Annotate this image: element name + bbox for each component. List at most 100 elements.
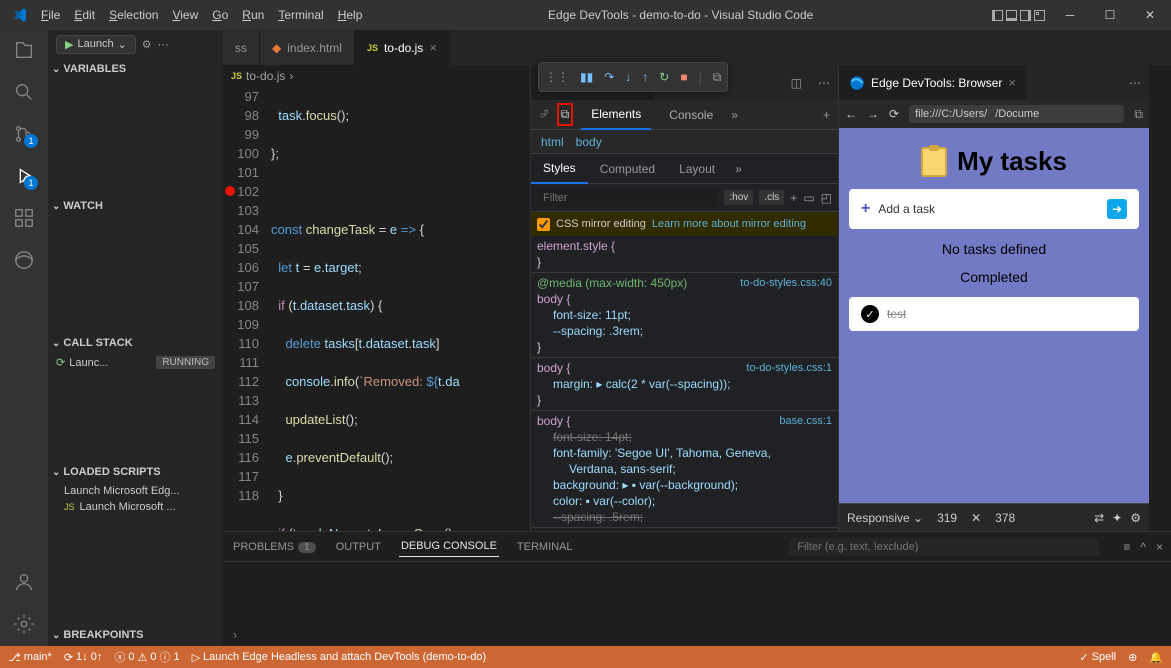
add-task-input[interactable]: + Add a task ➜	[849, 189, 1139, 229]
tab-todo[interactable]: JSto-do.js×	[355, 30, 450, 65]
code-lines[interactable]: task.focus(); }; const changeTask = e =>…	[271, 87, 530, 531]
mirror-link[interactable]: Learn more about mirror editing	[652, 218, 806, 230]
computed-tab[interactable]: Computed	[588, 154, 667, 184]
tab-ss[interactable]: ss	[223, 30, 260, 65]
menu-view[interactable]: View	[165, 4, 205, 26]
forward-icon[interactable]: →	[867, 107, 879, 121]
debug-floating-toolbar[interactable]: ⋮⋮ ▮▮ ↷ ↓ ↑ ↻ ■ | ⧉	[538, 62, 728, 92]
debug-console-tab[interactable]: DEBUG CONSOLE	[399, 536, 499, 557]
more-icon[interactable]: ⋯	[1121, 76, 1149, 90]
more-tabs-icon[interactable]: »	[731, 108, 738, 122]
problems-tab[interactable]: PROBLEMS1	[231, 537, 318, 557]
close-button[interactable]: ✕	[1135, 3, 1165, 28]
reload-icon[interactable]: ⟳	[889, 107, 899, 121]
terminal-tab[interactable]: TERMINAL	[515, 537, 575, 557]
spell-indicator[interactable]: ✓ Spell	[1079, 651, 1116, 664]
screencast-icon[interactable]: ⧉	[1134, 107, 1143, 122]
width-input[interactable]: 319	[931, 511, 963, 525]
loaded-scripts-section[interactable]: ⌄LOADED SCRIPTS	[48, 461, 223, 483]
back-icon[interactable]: ←	[845, 107, 857, 121]
panel-filter[interactable]	[789, 538, 1099, 556]
launch-dropdown[interactable]: ▶Launch⌄	[56, 35, 136, 54]
maximize-button[interactable]: ☐	[1095, 3, 1125, 28]
url-bar[interactable]: file:///C:/Users//Docume	[909, 105, 1124, 123]
step-into-icon[interactable]: ↓	[625, 70, 631, 84]
account-icon[interactable]	[12, 570, 36, 594]
explorer-icon[interactable]	[12, 38, 36, 62]
extensions-icon[interactable]	[12, 206, 36, 230]
rotate-icon[interactable]: ⇄	[1094, 511, 1104, 525]
debug-config-gear-icon[interactable]: ⚙	[142, 38, 152, 51]
flex-icon[interactable]: ▭	[803, 191, 814, 205]
check-icon[interactable]: ✓	[861, 305, 879, 323]
styles-filter[interactable]	[537, 189, 718, 207]
stop-icon[interactable]: ■	[680, 70, 687, 84]
console-tab[interactable]: Console	[659, 100, 723, 130]
sync-indicator[interactable]: ⟳ 1↓ 0↑	[64, 651, 103, 664]
filter-icon[interactable]: ≡	[1123, 540, 1130, 554]
tab-browser[interactable]: Edge DevTools: Browser ×	[839, 65, 1026, 100]
dom-breadcrumb[interactable]: htmlbody	[531, 130, 838, 154]
layout-tab[interactable]: Layout	[667, 154, 727, 184]
breakpoint-icon[interactable]	[225, 186, 235, 196]
breakpoints-section[interactable]: ⌄BREAKPOINTS	[48, 624, 223, 646]
height-input[interactable]: 378	[989, 511, 1021, 525]
code-content[interactable]: 979899100101 102 10310410510610710810911…	[223, 87, 530, 531]
inspect-icon[interactable]: ⮰	[539, 107, 549, 122]
menu-help[interactable]: Help	[331, 4, 370, 26]
settings-icon[interactable]: ⚙	[1130, 511, 1141, 525]
more-icon[interactable]: ⋯	[810, 76, 838, 90]
script-item[interactable]: Launch Microsoft Edg...	[48, 483, 223, 499]
screencast-icon[interactable]: ⧉	[713, 70, 722, 85]
wand-icon[interactable]: ✦	[1112, 511, 1122, 525]
device-toggle-icon[interactable]: ⧉	[557, 103, 574, 126]
search-icon[interactable]	[12, 80, 36, 104]
hov-toggle[interactable]: :hov	[724, 190, 753, 205]
menu-selection[interactable]: Selection	[102, 4, 165, 26]
scm-icon[interactable]: 1	[12, 122, 36, 146]
submit-arrow-icon[interactable]: ➜	[1107, 199, 1127, 219]
feedback-icon[interactable]: ⊕	[1128, 651, 1137, 664]
add-tab-icon[interactable]: +	[823, 108, 830, 122]
close-icon[interactable]: ×	[1008, 75, 1016, 90]
breadcrumb[interactable]: JSto-do.js›	[223, 65, 530, 87]
watch-section[interactable]: ⌄WATCH	[48, 195, 223, 217]
problems-indicator[interactable]: ⓧ 0 ⚠ 0 ⓘ 1	[114, 649, 179, 665]
edge-icon[interactable]	[12, 248, 36, 272]
elements-tab[interactable]: Elements	[581, 100, 651, 130]
menu-file[interactable]: FFileile	[34, 4, 67, 26]
menu-run[interactable]: Run	[235, 4, 271, 26]
pause-icon[interactable]: ▮▮	[580, 70, 593, 84]
restart-icon[interactable]: ↻	[659, 70, 669, 84]
box-icon[interactable]: ◰	[821, 191, 832, 205]
callstack-item[interactable]: ⟳Launc... RUNNING	[48, 354, 223, 371]
task-item[interactable]: ✓ test	[849, 297, 1139, 331]
menu-terminal[interactable]: Terminal	[271, 4, 330, 26]
callstack-section[interactable]: ⌄CALL STACK	[48, 332, 223, 354]
console-prompt[interactable]: ›	[223, 624, 1171, 646]
variables-section[interactable]: ⌄VARIABLES	[48, 58, 223, 80]
menu-go[interactable]: Go	[205, 4, 235, 26]
bell-icon[interactable]: 🔔	[1149, 651, 1163, 664]
close-panel-icon[interactable]: ×	[1156, 540, 1163, 554]
responsive-dropdown[interactable]: Responsive ⌄	[847, 511, 923, 525]
maximize-panel-icon[interactable]: ^	[1140, 540, 1146, 554]
debug-more-icon[interactable]: ⋯	[158, 38, 169, 51]
menu-edit[interactable]: Edit	[67, 4, 102, 26]
debug-icon[interactable]: 1	[12, 164, 36, 188]
split-icon[interactable]: ◫	[783, 76, 810, 90]
css-rules[interactable]: element.style { } @media (max-width: 450…	[531, 236, 838, 531]
cls-toggle[interactable]: .cls	[759, 190, 784, 205]
tab-index[interactable]: ◆index.html	[260, 30, 355, 65]
branch-indicator[interactable]: ⎇ main*	[8, 651, 52, 664]
step-out-icon[interactable]: ↑	[642, 70, 648, 84]
close-icon[interactable]: ×	[429, 40, 437, 55]
script-item[interactable]: JSLaunch Microsoft ...	[48, 499, 223, 515]
mirror-checkbox[interactable]	[537, 218, 550, 231]
styles-tab[interactable]: Styles	[531, 154, 588, 184]
new-rule-icon[interactable]: +	[790, 191, 797, 205]
minimize-button[interactable]: ─	[1055, 3, 1085, 28]
step-over-icon[interactable]: ↷	[604, 70, 614, 84]
more-icon[interactable]: »	[727, 162, 750, 176]
output-tab[interactable]: OUTPUT	[334, 537, 383, 557]
